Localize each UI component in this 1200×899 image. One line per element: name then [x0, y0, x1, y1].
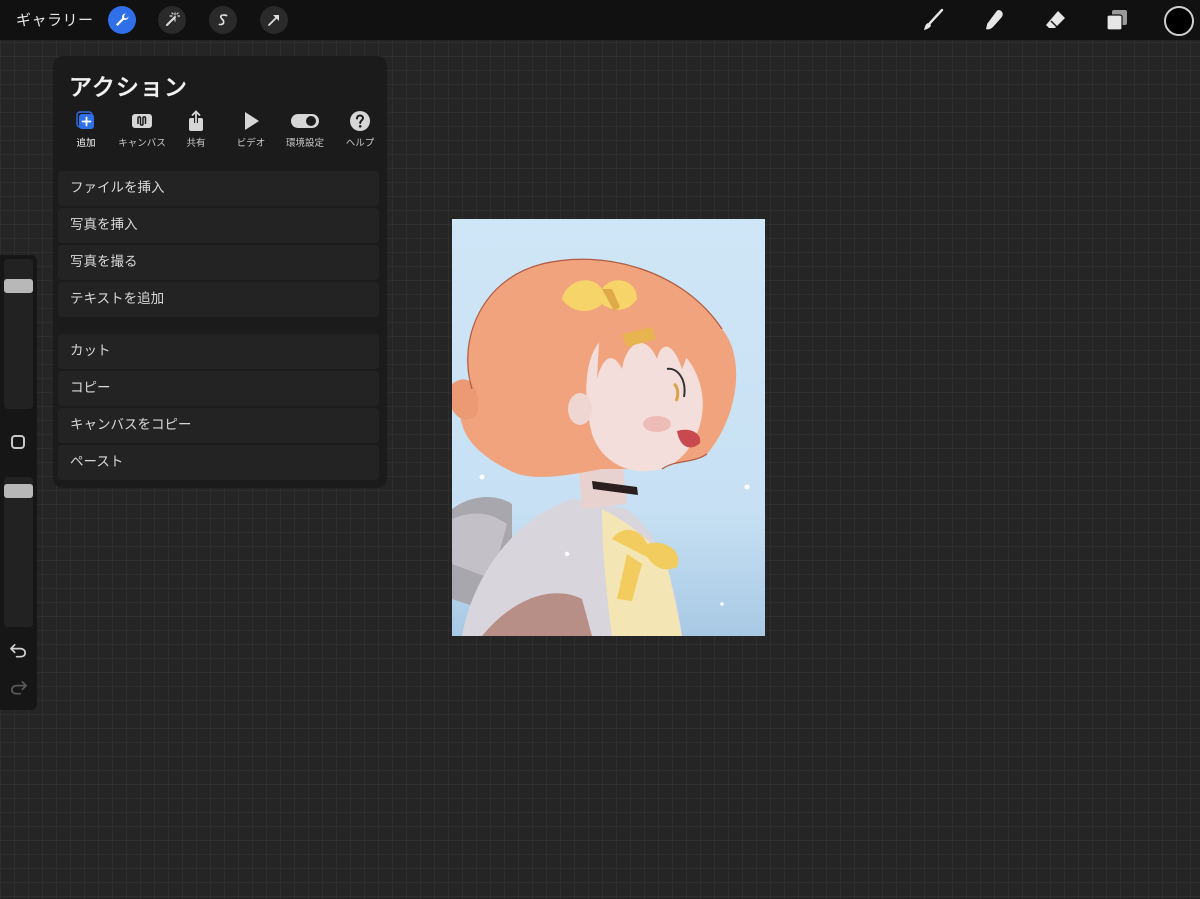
share-icon	[189, 110, 203, 131]
canvas-icon	[132, 114, 152, 128]
opacity-thumb[interactable]	[4, 484, 33, 498]
play-icon	[245, 112, 259, 130]
add-icon	[76, 111, 94, 129]
insert-file-item[interactable]: ファイルを挿入	[58, 171, 379, 206]
add-text-item[interactable]: テキストを追加	[58, 282, 379, 317]
actions-panel: アクション 追加 キャンバス 共有 ビデオ 環境設定 ヘルプ ファイルを挿入 写…	[53, 56, 387, 488]
paste-item[interactable]: ペースト	[58, 445, 379, 480]
edit-menu-group: カット コピー キャンバスをコピー ペースト	[58, 334, 379, 482]
opacity-slider[interactable]	[4, 477, 33, 627]
workspace: ギャラリー アクション 追加 キャンバス 共有 ビデオ 環境設定 ヘルプ ファイ…	[0, 0, 1200, 899]
insert-photo-item[interactable]: 写真を挿入	[58, 208, 379, 243]
eraser-icon	[1046, 11, 1065, 28]
copy-canvas-item[interactable]: キャンバスをコピー	[58, 408, 379, 443]
cut-item[interactable]: カット	[58, 334, 379, 369]
eraser-tool[interactable]	[1042, 6, 1070, 34]
tab-label: 環境設定	[285, 138, 324, 149]
smudge-tool[interactable]	[980, 6, 1008, 34]
wrench-icon	[116, 13, 129, 26]
tab-label: ヘルプ	[345, 138, 375, 149]
selection-button[interactable]	[209, 6, 237, 34]
actions-tabs: 追加 キャンバス 共有 ビデオ 環境設定 ヘルプ	[59, 110, 383, 152]
tab-share[interactable]: 共有	[169, 110, 223, 152]
artwork-illustration	[452, 219, 765, 636]
panel-title: アクション	[69, 75, 188, 101]
top-toolbar: ギャラリー	[0, 0, 1200, 40]
tab-label: 追加	[76, 138, 96, 149]
tab-label: 共有	[186, 138, 206, 149]
magic-wand-icon	[166, 12, 180, 26]
brush-tool[interactable]	[919, 6, 947, 34]
tab-help[interactable]: ヘルプ	[333, 110, 387, 152]
actions-button[interactable]	[108, 6, 136, 34]
gallery-button[interactable]: ギャラリー	[16, 9, 94, 30]
undo-icon[interactable]	[9, 641, 28, 660]
selection-s-icon	[218, 14, 228, 26]
left-sidebar	[0, 255, 37, 710]
tab-label: キャンバス	[118, 138, 166, 149]
arrow-cursor-icon	[268, 15, 279, 26]
tab-video[interactable]: ビデオ	[224, 110, 278, 152]
take-photo-item[interactable]: 写真を撮る	[58, 245, 379, 280]
layers-tool[interactable]	[1103, 6, 1131, 34]
color-picker-button[interactable]	[1164, 6, 1194, 36]
insert-menu-group: ファイルを挿入 写真を挿入 写真を撮る テキストを追加	[58, 171, 379, 319]
artwork-canvas[interactable]	[452, 219, 765, 636]
brush-icon	[924, 8, 944, 30]
tab-label: ビデオ	[236, 138, 266, 149]
copy-item[interactable]: コピー	[58, 371, 379, 406]
tab-add[interactable]: 追加	[59, 110, 113, 152]
tab-preferences[interactable]: 環境設定	[278, 110, 332, 152]
tab-canvas[interactable]: キャンバス	[115, 110, 169, 152]
layers-icon	[1106, 10, 1127, 31]
modify-button[interactable]	[11, 435, 25, 449]
smudge-finger-icon	[986, 10, 1003, 30]
help-icon	[350, 111, 370, 131]
adjustments-button[interactable]	[158, 6, 186, 34]
transform-button[interactable]	[260, 6, 288, 34]
brush-size-thumb[interactable]	[4, 279, 33, 293]
redo-icon[interactable]	[9, 678, 28, 697]
toggle-icon	[291, 114, 319, 128]
